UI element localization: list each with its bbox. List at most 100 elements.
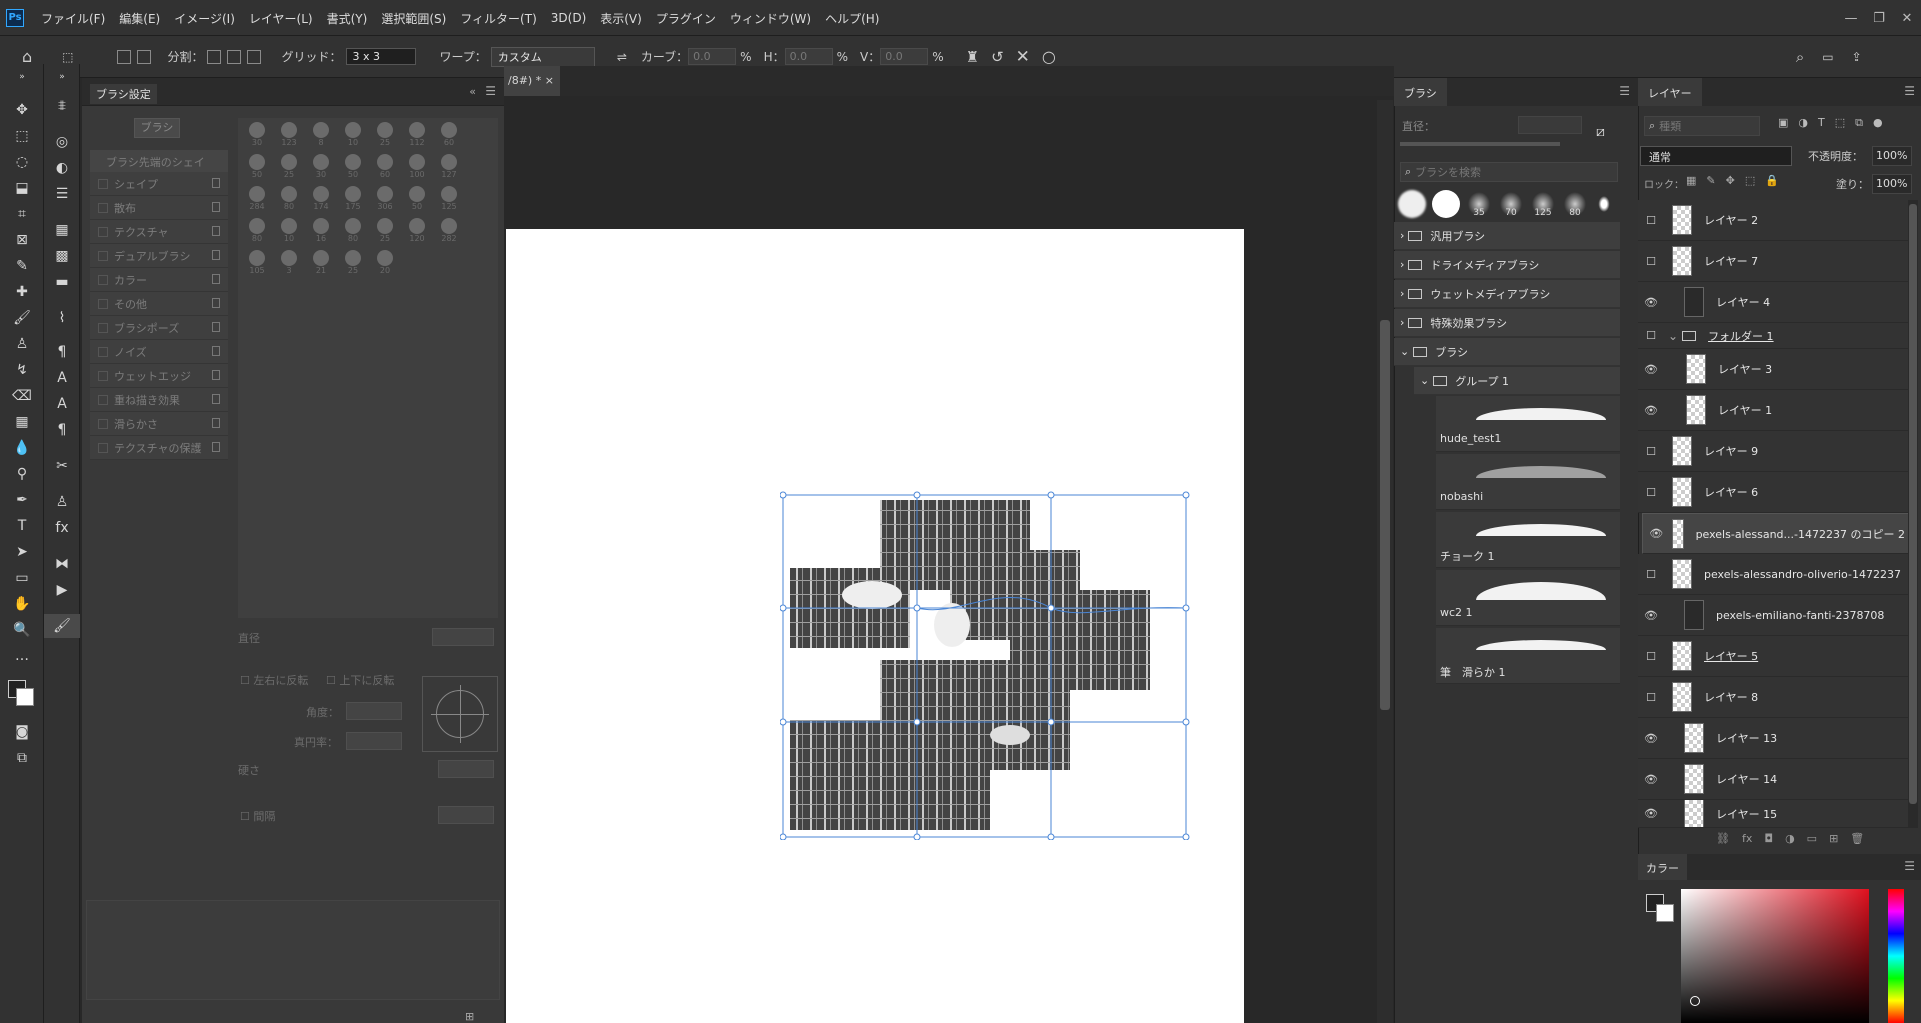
collapse-arrows-icon[interactable]: » (0, 70, 44, 84)
layers-scrollbar[interactable] (1908, 200, 1918, 828)
brush-tip[interactable]: 80 (274, 184, 304, 214)
brush-item-wc2[interactable]: wc2 1 (1436, 570, 1620, 626)
document-tab[interactable]: /8#) * × (504, 66, 560, 96)
lock-artboard-icon[interactable]: ⬚ (1745, 174, 1755, 187)
brush-tip[interactable]: 105 (242, 248, 272, 278)
layer-row-selected[interactable]: 👁 pexels-alessand...-1472237 のコピー 2 (1642, 513, 1912, 554)
recent-brush-soft[interactable] (1398, 190, 1426, 218)
recent-brush-small[interactable] (1594, 190, 1614, 218)
recent-brush-hard[interactable] (1432, 190, 1460, 218)
move-tool-icon[interactable]: ✥ (0, 98, 44, 122)
brush-tip[interactable]: 80 (242, 216, 272, 246)
undo-icon[interactable]: ↺ (991, 48, 1004, 66)
visibility-toggle[interactable]: ☐ (1638, 486, 1664, 499)
properties-icon[interactable]: ☰ (44, 182, 80, 206)
brush-settings-tab[interactable]: ブラシ設定 (90, 84, 157, 104)
setting-build-up[interactable]: 重ね描き効果 (90, 388, 228, 412)
brush-presets-icon[interactable]: ⩨ (44, 94, 80, 118)
layers-tab[interactable]: レイヤー (1638, 78, 1702, 106)
grid-select[interactable]: 3 x 3 (345, 48, 416, 65)
layer-row[interactable]: 👁 pexels-emiliano-fanti-2378708 (1638, 595, 1908, 636)
eye-icon[interactable]: 👁 (1638, 773, 1664, 786)
brush-tip[interactable]: 60 (370, 152, 400, 182)
brush-folder-special-effects[interactable]: › 特殊効果ブラシ (1394, 309, 1620, 337)
brush-tip[interactable]: 112 (402, 120, 432, 150)
add-mask-icon[interactable]: ◘ (1764, 832, 1773, 845)
layer-row[interactable]: ☐ レイヤー 9 (1638, 431, 1908, 472)
object-select-tool-icon[interactable]: ⬓ (0, 176, 44, 200)
visibility-toggle[interactable]: ☐ (1638, 445, 1664, 458)
panel-menu-icon[interactable]: ☰ (1904, 859, 1915, 873)
close-button[interactable]: ✕ (1893, 11, 1921, 26)
eye-icon[interactable]: 👁 (1638, 609, 1664, 622)
paths-icon[interactable]: ⌇ (44, 306, 80, 330)
opacity-input[interactable]: 100% (1872, 146, 1912, 166)
layer-row[interactable]: 👁 レイヤー 4 (1638, 282, 1908, 323)
canvas-vertical-scrollbar[interactable] (1377, 100, 1393, 1023)
brush-tip[interactable]: 60 (434, 120, 464, 150)
brush-tip[interactable]: 80 (338, 216, 368, 246)
hue-slider[interactable] (1888, 889, 1904, 1023)
collapse-arrows-icon[interactable]: » (44, 70, 80, 84)
eye-icon[interactable]: 👁 (1638, 296, 1664, 309)
hand-tool-icon[interactable]: ✋ (0, 592, 44, 616)
new-preset-icon[interactable]: ⊞ (465, 1010, 474, 1023)
minimize-button[interactable]: — (1837, 11, 1865, 26)
filter-adjustment-icon[interactable]: ◑ (1798, 116, 1808, 130)
spacing-input[interactable] (438, 806, 494, 824)
eyedropper-tool-icon[interactable]: ✎ (0, 254, 44, 278)
styles-icon[interactable]: fx (44, 516, 80, 540)
filter-smart-object-icon[interactable]: ⧉ (1855, 116, 1863, 130)
tab-close-icon[interactable]: × (545, 74, 554, 87)
history-brush-icon[interactable]: ↯ (0, 358, 44, 382)
gradients-icon[interactable]: ▬ (44, 270, 80, 294)
brush-tip[interactable]: 25 (338, 248, 368, 278)
setting-shape[interactable]: シェイプ (90, 172, 228, 196)
frame-tool-icon[interactable]: ⊠ (0, 228, 44, 252)
crop-tool-icon[interactable]: ⌗ (0, 202, 44, 226)
brush-settings-icon[interactable]: 🖌 (44, 614, 80, 638)
recent-brush-35[interactable]: 35 (1466, 190, 1492, 218)
setting-protect-texture[interactable]: テクスチャの保護 (90, 436, 228, 460)
layer-row[interactable]: 👁 レイヤー 14 (1638, 759, 1908, 800)
setting-smoothing[interactable]: 滑らかさ (90, 412, 228, 436)
menu-view[interactable]: 表示(V) (593, 10, 649, 27)
zoom-tool-icon[interactable]: 🔍 (0, 618, 44, 642)
curve-input[interactable]: 0.0 (688, 48, 737, 65)
eye-icon[interactable]: 👁 (1638, 404, 1664, 417)
brush-tip[interactable]: 125 (434, 184, 464, 214)
brush-tip[interactable]: 25 (370, 216, 400, 246)
layer-row[interactable]: ☐ pexels-alessandro-oliverio-1472237 (1638, 554, 1908, 595)
brush-search[interactable]: ⌕ ブラシを検索 (1400, 162, 1618, 182)
brush-size-input[interactable] (1518, 116, 1582, 134)
fill-input[interactable]: 100% (1872, 174, 1912, 194)
actions-icon[interactable]: ▶ (44, 578, 80, 602)
brush-tip[interactable]: 25 (274, 152, 304, 182)
color-tab[interactable]: カラー (1638, 854, 1687, 880)
restore-button[interactable]: ❐ (1865, 11, 1893, 26)
eye-icon[interactable]: 👁 (1649, 527, 1664, 540)
swatches-icon[interactable]: ▦ (44, 218, 80, 242)
brush-tip[interactable]: 20 (370, 248, 400, 278)
menu-file[interactable]: ファイル(F) (34, 10, 112, 27)
lock-transparency-icon[interactable]: ▦ (1686, 174, 1696, 187)
link-layers-icon[interactable]: ⛓ (1716, 832, 1730, 845)
brush-tip[interactable]: 16 (306, 216, 336, 246)
foreground-background-color-icon[interactable] (0, 674, 44, 708)
filter-pixel-icon[interactable]: ▣ (1778, 116, 1788, 130)
panel-menu-icon[interactable]: ☰ (485, 84, 496, 98)
layer-filter-select[interactable]: ⌕ 種類 (1644, 116, 1760, 136)
roundness-input[interactable] (346, 732, 402, 750)
brush-tip[interactable]: 50 (402, 184, 432, 214)
eye-icon[interactable]: 👁 (1638, 363, 1664, 376)
share-icon[interactable]: ⇪ (1852, 50, 1862, 64)
paragraph-icon[interactable]: ¶ (44, 418, 80, 442)
brush-tip[interactable]: 10 (274, 216, 304, 246)
character-styles-icon[interactable]: A (44, 392, 80, 416)
adjustments-icon[interactable]: ◐ (44, 156, 80, 180)
spacing-checkbox[interactable]: ☐ 間隔 (240, 808, 275, 824)
size-input[interactable] (432, 628, 494, 646)
layer-row[interactable]: 👁 レイヤー 13 (1638, 718, 1908, 759)
setting-color[interactable]: カラー (90, 268, 228, 292)
adjustment-layer-icon[interactable]: ◑ (1785, 832, 1795, 845)
